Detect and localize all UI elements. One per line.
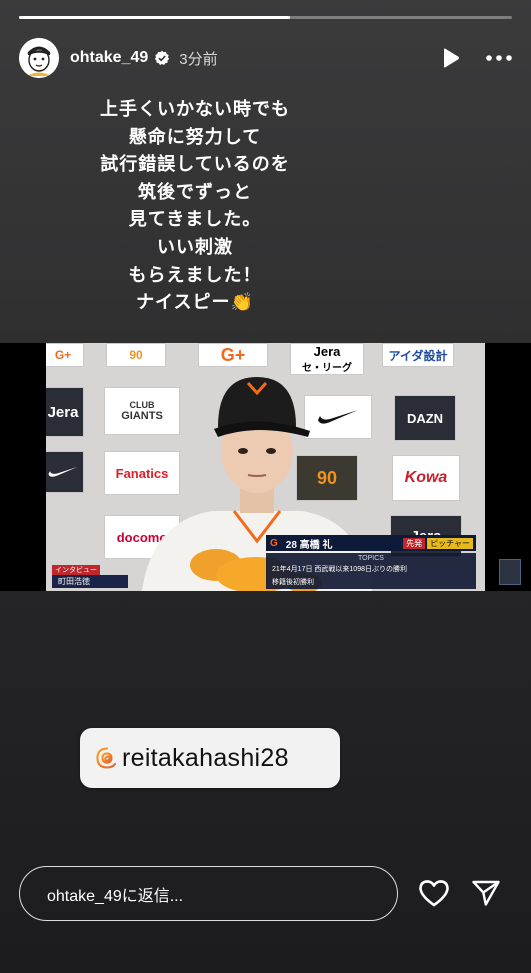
story-media[interactable]: G+ 90 G+ Jera セ・リーグ アイダ設計 Jera CLUB GIAN… <box>0 343 531 591</box>
verified-badge-icon <box>154 50 170 66</box>
sponsor-board: Kowa <box>392 455 460 501</box>
avatar[interactable] <box>19 38 59 78</box>
sponsor-board: 90 <box>106 343 166 367</box>
nike-swoosh-icon <box>47 459 79 485</box>
caption-line: ナイスピー👏 <box>136 292 254 313</box>
broadcast-frame: G+ 90 G+ Jera セ・リーグ アイダ設計 Jera CLUB GIAN… <box>46 343 485 591</box>
more-icon <box>486 55 512 61</box>
sponsor-board: G+ <box>46 343 84 367</box>
interviewer-name: 町田浩徳 <box>52 575 128 588</box>
username[interactable]: ohtake_49 <box>70 49 148 67</box>
story-progress-fill <box>19 16 291 19</box>
sponsor-board: アイダ設計 <box>382 343 454 367</box>
story-caption: 上手くいかない時でも 懸命に努力して 試行錯誤しているのを 筑後でずっと 見てき… <box>60 96 330 317</box>
player-name: 28 高橋 礼 <box>285 539 333 551</box>
mention-sticker[interactable]: reitakahashi28 <box>80 728 340 788</box>
sponsor-label: Kowa <box>404 469 448 486</box>
sponsor-label: G+ <box>54 348 72 362</box>
caption-line: 筑後でずっと <box>138 181 252 202</box>
send-button[interactable] <box>468 876 504 910</box>
sponsor-label: Jera <box>313 344 341 359</box>
caption-line: もらえました！ <box>128 264 262 285</box>
sponsor-label: G+ <box>220 344 246 365</box>
caption-line: 見てきました。 <box>128 209 262 230</box>
more-options-button[interactable] <box>486 55 512 61</box>
story-progress-bar <box>19 16 512 19</box>
play-icon <box>444 48 459 68</box>
caption-line: いい刺激 <box>157 236 233 257</box>
reply-input[interactable]: ohtake_49に返信... <box>19 866 398 921</box>
threads-icon <box>96 747 117 769</box>
channel-logo-icon <box>499 559 521 585</box>
caption-line: 懸命に努力して <box>128 126 262 147</box>
interview-credit: インタビュー 町田浩徳 <box>52 565 128 588</box>
sponsor-board: G+ <box>198 343 268 367</box>
story-timestamp: 3分前 <box>179 50 218 68</box>
send-icon <box>472 880 500 906</box>
topics-line: 21年4月17日 西武戦以来1098日ぶりの勝利 <box>272 566 407 573</box>
like-button[interactable] <box>416 876 452 910</box>
caption-line: 試行錯誤しているのを <box>100 154 290 175</box>
play-button[interactable] <box>442 48 460 68</box>
heart-icon <box>419 880 449 907</box>
sponsor-label: アイダ設計 <box>388 348 448 363</box>
mention-handle: reitakahashi28 <box>122 743 289 772</box>
topics-label: TOPICS <box>358 555 384 562</box>
anniversary-logo: 90 <box>129 348 143 362</box>
sponsor-board: Jera <box>46 387 84 437</box>
tag-role: ピッチャー <box>427 537 473 549</box>
sponsor-board: DAZN <box>394 395 456 441</box>
avatar-illustration <box>19 38 59 78</box>
tag-team: 先発 <box>403 537 426 549</box>
reply-placeholder: ohtake_49に返信... <box>47 887 184 905</box>
sponsor-label: Jera <box>47 403 79 421</box>
team-logo: G <box>270 537 278 549</box>
sponsor-label: DAZN <box>406 410 444 426</box>
player-nameplate: G 28 高橋 礼 先発 ピッチャー <box>266 535 476 551</box>
story-viewer: ohtake_49 3分前 上手くいかない時でも 懸命に努力して 試行錯誤してい… <box>0 0 531 973</box>
caption-line: 上手くいかない時でも <box>100 99 290 119</box>
header-actions <box>442 48 512 68</box>
interview-label: インタビュー <box>52 565 100 575</box>
topics-box: TOPICS 21年4月17日 西武戦以来1098日ぶりの勝利 移籍後初勝利 <box>266 553 476 589</box>
topics-line: 移籍後初勝利 <box>272 579 314 586</box>
sponsor-board <box>46 451 84 493</box>
story-header: ohtake_49 3分前 <box>19 37 512 79</box>
